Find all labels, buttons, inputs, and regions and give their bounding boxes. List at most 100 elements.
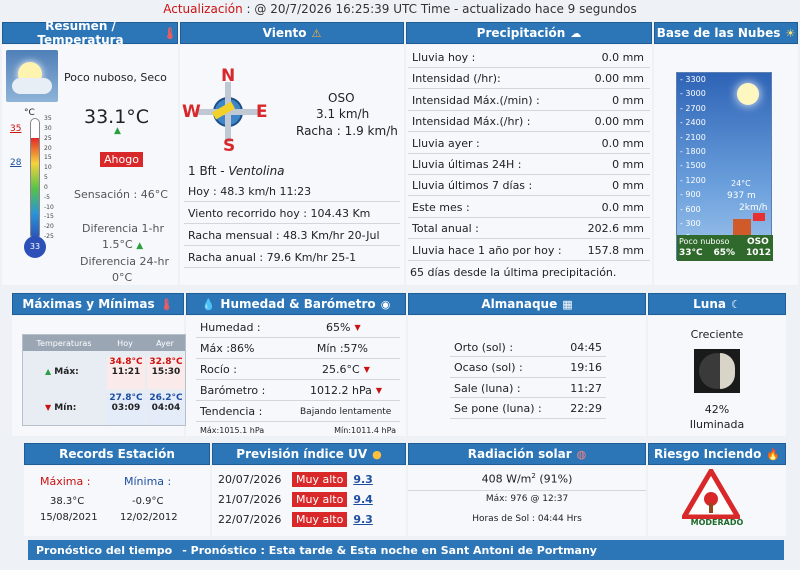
humidity-row: Humedad : 65% ▼	[196, 318, 400, 338]
thermo-tick: 25	[44, 134, 52, 142]
humidity-value: 65%	[326, 321, 351, 334]
wind-row: Racha mensual : 48.3 Km/hr 20-Jul	[184, 225, 400, 246]
min-hoy-value: 27.8°C	[109, 393, 143, 403]
cloudbase-tick: - 1800	[680, 147, 706, 156]
beaufort: 1 Bft - Ventolina	[188, 164, 285, 178]
cloudbase-temp-big: 33°C	[679, 248, 703, 258]
wind-gust: Racha : 1.9 km/h	[296, 124, 398, 138]
radiation-max: Máx: 976 @ 12:37	[485, 494, 569, 504]
almanac-value: 04:45	[570, 340, 602, 354]
precip-value: 0 mm	[612, 158, 644, 171]
precip-row: Total anual : 202.6 mm	[408, 219, 650, 240]
thermo-scale: 35 30 25 20 15 10 5 0 -5 -10 -15 -20 -25	[44, 115, 62, 240]
uv-date: 20/07/2026	[218, 472, 282, 486]
max-hoy: 34.8°C 11:21	[107, 357, 145, 389]
precip-value: 0.0 mm	[601, 51, 644, 64]
humidity-min: Mín :57%	[316, 342, 368, 355]
cloudbase-dir: OSO	[747, 237, 769, 247]
precip-value: 0.00 mm	[594, 115, 644, 129]
max-label-text: Máx:	[54, 367, 79, 377]
min-hoy: 27.8°C 03:09	[107, 393, 145, 425]
precip-label: Total anual :	[412, 222, 479, 236]
thermo-tick: 0	[44, 183, 48, 191]
update-bar: Actualización : @ 20/7/2026 16:25:39 UTC…	[0, 0, 800, 18]
min-down-icon: ▼	[45, 403, 52, 412]
humidity-label: Humedad :	[200, 321, 261, 334]
header-almanaque: Almanaque ▦	[408, 293, 646, 315]
uv-date: 22/07/2026	[218, 512, 282, 526]
calendar-icon: ▦	[562, 297, 573, 311]
dewpoint-label: Rocío :	[200, 363, 237, 376]
wind-run: Viento recorrido hoy : 104.43 Km	[188, 206, 371, 220]
barometer-down-icon: ▼	[375, 386, 382, 395]
maxmin-head-temp: Temperaturas	[36, 338, 92, 348]
precip-row: Este mes : 0.0 mm	[408, 198, 650, 218]
uv-value-link[interactable]: 9.3	[353, 473, 373, 486]
thermo-bulb-value: 33	[29, 242, 41, 251]
cloudbase-humidity: 65%	[713, 248, 736, 258]
thermo-tick: -20	[44, 223, 54, 231]
barometer-value: 1012.2 hPa	[310, 384, 372, 397]
cloudbase-graphic: - 3300 - 3000 - 2700 - 2400 - 2100 - 1800 - 15…	[676, 72, 773, 261]
almanac-label: Sale (luna) :	[454, 381, 521, 395]
humidity-range-row: Máx :86% Mín :57%	[196, 339, 400, 359]
min-ayer-value: 26.2°C	[149, 393, 183, 403]
thermo-bulb: 33	[24, 236, 46, 258]
precip-row: Intensidad Máx.(/hr) : 0.00 mm	[408, 112, 650, 133]
cloudbase-tick: - 2400	[680, 118, 706, 128]
ahogo-label: Ahogo	[100, 152, 143, 167]
thermo-fill	[31, 138, 39, 239]
header-viento-label: Viento	[262, 26, 307, 40]
thermo-tube	[30, 118, 40, 240]
windsock-icon	[753, 213, 765, 221]
diff-1hr-value: 1.5°C ▲	[102, 238, 143, 251]
precip-label: Lluvia últimos 7 días :	[412, 179, 533, 193]
record-min-date: 12/02/2012	[120, 512, 178, 523]
rain-cloud-icon: ☁	[570, 26, 582, 40]
header-humedad-label: Humedad & Barómetro	[220, 297, 376, 311]
almanac-label: Se pone (luna) :	[454, 402, 542, 415]
uv-date: 21/07/2026	[218, 492, 282, 506]
uv-level-badge: Muy alto	[292, 491, 348, 507]
thermo-tick: 20	[44, 144, 52, 152]
record-min-label: Mínima :	[124, 475, 172, 488]
cloudbase-temp: 24°C	[731, 179, 751, 188]
almanac-row: Sale (luna) : 11:27	[450, 379, 606, 398]
header-riesgo: Riesgo Inciendo 🔥	[648, 443, 786, 465]
forecast-label: Pronóstico del tiempo	[36, 543, 173, 557]
precip-label: Lluvia últimas 24H :	[412, 158, 522, 171]
uv-value-link[interactable]: 9.4	[353, 493, 373, 506]
dewpoint-value: 25.6°C	[322, 363, 360, 376]
maxmin-head-hoy: Hoy	[117, 338, 133, 348]
dewpoint-down-icon: ▼	[363, 365, 370, 374]
precip-footer: 65 días desde la última precipitación.	[410, 266, 617, 279]
diff-24hr-label: Diferencia 24-hr	[80, 255, 169, 268]
record-min-value: -0.9°C	[132, 496, 164, 507]
header-uv: Previsión índice UV ●	[212, 443, 406, 465]
uv-level-badge: Muy alto	[292, 471, 348, 487]
precip-label: Intensidad Máx.(/min) :	[412, 93, 540, 107]
precip-value: 0.0 mm	[601, 136, 644, 150]
uv-row: 22/07/2026 Muy alto 9.3	[218, 510, 400, 528]
header-viento: Viento ⚠	[180, 22, 404, 44]
barometer-icon: ◉	[380, 297, 391, 311]
forecast-text[interactable]: - Pronóstico : Esta tarde & Esta noche e…	[182, 544, 597, 557]
precip-row: Lluvia ayer : 0.0 mm	[408, 134, 650, 154]
uv-value-link[interactable]: 9.3	[353, 513, 373, 526]
compass-e: E	[256, 102, 268, 122]
almanac-value: 19:16	[570, 361, 602, 374]
precip-value: 202.6 mm	[587, 222, 644, 236]
thermo-tick: -5	[44, 193, 50, 201]
wind-gust-year: Racha anual : 79.6 Km/hr 25-1	[188, 250, 357, 264]
current-temp: 33.1°C	[84, 106, 150, 128]
thermometer-icon: 🌡	[159, 297, 174, 311]
humidity-down-icon: ▼	[354, 323, 361, 332]
max-hoy-time: 11:21	[111, 367, 141, 377]
precip-label: Este mes :	[412, 200, 470, 214]
forecast-bar[interactable]: Pronóstico del tiempo - Pronóstico : Est…	[28, 540, 784, 560]
radiation-percent: (91%)	[535, 472, 573, 486]
thermo-tick: 30	[44, 124, 52, 132]
almanac-label: Ocaso (sol) :	[454, 361, 523, 374]
diff-1hr-up-icon: ▲	[136, 241, 144, 251]
thermo-tick: -25	[44, 233, 54, 240]
